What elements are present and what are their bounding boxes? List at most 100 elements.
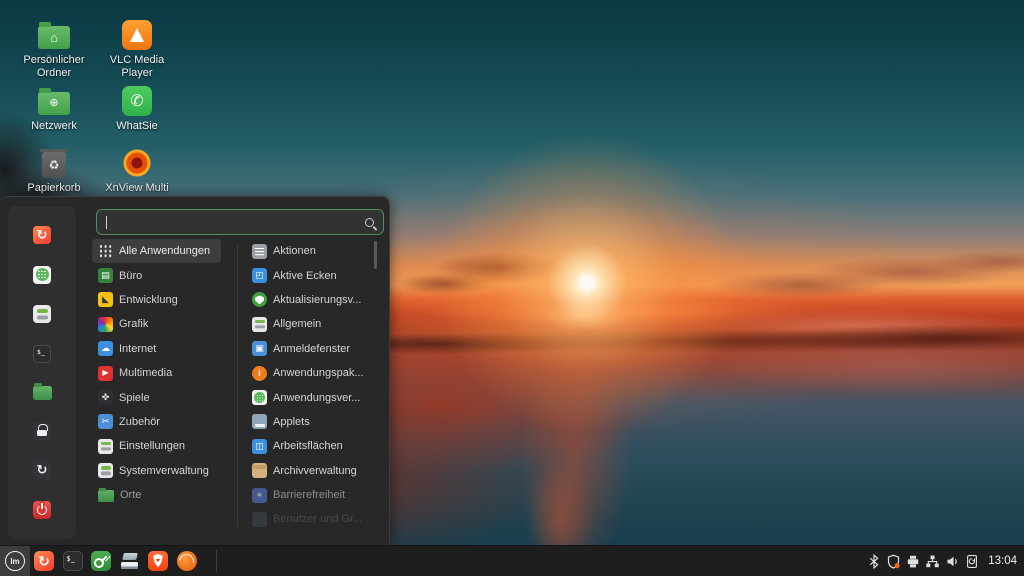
desktop-icon-label: XnView Multi [105,182,168,195]
desktop-icon-xnview[interactable]: XnView Multi [95,148,179,195]
accessibility-icon: ✶ [252,488,267,503]
network-icon[interactable] [925,554,940,569]
trash-icon: ♻ [42,152,66,178]
system-report-icon[interactable] [965,554,979,569]
desktop-icon-label: WhatSie [116,120,158,133]
app-archivverwaltung[interactable]: Archivverwaltung [246,459,376,483]
category-internet[interactable]: ☁ Internet [92,337,234,361]
taskbar: lm ↻ [0,545,1024,576]
desktop-screen: ⌂ Persönlicher Ordner VLC Media Player ⊕… [0,0,1024,576]
archive-manager-icon [252,463,267,478]
app-allgemein[interactable]: Allgemein [246,312,376,336]
app-benutzer-gruppen[interactable]: Benutzer und Gr... [246,507,376,531]
app-manager-icon [252,390,267,405]
network-folder-icon: ⊕ [38,92,70,115]
whatsapp-icon: ✆ [122,86,152,116]
app-aktionen[interactable]: Aktionen [246,239,376,263]
vlc-cone-icon [122,20,152,50]
places-folder-icon [98,490,114,502]
app-aktualisierungsverwaltung[interactable]: Aktualisierungsv... [246,288,376,312]
taskbar-separator [216,550,217,572]
swirl-app-icon[interactable]: ↻ [33,226,51,244]
accessories-scissors-icon: ✂ [98,414,113,429]
desktop-icon-label: Netzwerk [31,120,77,133]
category-buero[interactable]: ▤ Büro [92,263,234,287]
shutdown-icon[interactable] [33,501,51,519]
home-folder-icon: ⌂ [38,26,70,49]
app-anwendungspakete[interactable]: i Anwendungspak... [246,361,376,385]
clock[interactable]: 13:04 [988,555,1017,567]
desktop-icon-trash[interactable]: ♻ Papierkorb [12,148,96,195]
swirl-app-icon[interactable]: ↻ [34,551,54,571]
menu-button[interactable]: lm [0,546,30,576]
desktop-icon-network[interactable]: ⊕ Netzwerk [12,86,96,133]
file-manager-icon[interactable] [33,386,52,400]
office-icon: ▤ [98,268,113,283]
menu-divider [237,245,238,527]
preferences-toggles-icon [98,439,113,454]
workspaces-icon: ◫ [252,439,267,454]
app-anwendungsverwaltung[interactable]: Anwendungsver... [246,385,376,409]
lock-screen-icon[interactable] [33,422,51,440]
development-icon: ◣ [98,292,113,307]
all-apps-grid-icon [98,244,113,259]
category-entwicklung[interactable]: ◣ Entwicklung [92,288,234,312]
menu-search-box[interactable] [96,209,384,235]
multimedia-play-icon: ▶ [98,366,113,381]
desktop-icon-home[interactable]: ⌂ Persönlicher Ordner [12,20,96,79]
category-einstellungen[interactable]: Einstellungen [92,434,234,458]
key-app-icon[interactable] [91,551,111,571]
globe-orbit-app-icon[interactable] [177,551,197,571]
linux-mint-logo-icon: lm [5,551,25,571]
application-menu: ↻ ↻ Alle Anwendungen ▤ Büro ◣ Entwicklun… [0,196,390,545]
terminal-icon[interactable] [33,345,51,363]
applets-icon [252,414,267,429]
volume-icon[interactable] [945,554,960,569]
category-spiele[interactable]: ✜ Spiele [92,385,234,409]
terminal-icon[interactable] [63,551,83,571]
desktop-icon-vlc[interactable]: VLC Media Player [95,20,179,79]
app-applets[interactable]: Applets [246,410,376,434]
actions-list-icon [252,244,267,259]
scanner-app-icon[interactable] [120,551,140,571]
category-systemverwaltung[interactable]: Systemverwaltung [92,459,234,483]
category-orte[interactable]: Orte [92,483,234,507]
system-settings-icon[interactable] [33,305,51,323]
update-shield-badge-icon[interactable] [886,554,901,569]
software-manager-icon[interactable] [33,266,51,284]
category-grafik[interactable]: Grafik [92,312,234,336]
bluetooth-icon[interactable] [867,554,881,569]
update-shield-icon [252,292,267,307]
search-icon [365,218,374,227]
desktop-icon-label: Persönlicher Ordner [12,54,96,79]
login-window-icon: ▣ [252,341,267,356]
category-all-applications[interactable]: Alle Anwendungen [92,239,221,263]
hot-corners-icon: ◰ [252,268,267,283]
category-multimedia[interactable]: ▶ Multimedia [92,361,234,385]
desktop-icon-label: Papierkorb [27,182,80,195]
app-arbeitsflaechen[interactable]: ◫ Arbeitsflächen [246,434,376,458]
app-barrierefreiheit[interactable]: ✶ Barrierefreiheit [246,483,376,507]
system-tray: 13:04 [867,554,1024,569]
users-groups-icon [252,512,267,527]
brave-browser-icon[interactable] [148,551,168,571]
app-anmeldefenster[interactable]: ▣ Anmeldefenster [246,337,376,361]
xnview-eye-icon [123,149,151,177]
application-list: Aktionen ◰ Aktive Ecken Aktualisierungsv… [246,239,376,532]
desktop-icon-whatsie[interactable]: ✆ WhatSie [95,86,179,133]
taskbar-launchers: ↻ [30,550,217,572]
games-gamepad-icon: ✜ [98,390,113,405]
app-aktive-ecken[interactable]: ◰ Aktive Ecken [246,263,376,287]
package-info-icon: i [252,366,267,381]
graphics-icon [98,317,113,332]
administration-toggles-icon [98,463,113,478]
favorites-rail: ↻ ↻ [8,206,76,539]
general-toggles-icon [252,317,267,332]
category-zubehoer[interactable]: ✂ Zubehör [92,410,234,434]
logout-icon[interactable]: ↻ [33,461,51,479]
desktop-icon-label: VLC Media Player [95,54,179,79]
menu-search-input[interactable] [107,215,365,229]
category-list: Alle Anwendungen ▤ Büro ◣ Entwicklung Gr… [92,239,234,507]
printer-icon[interactable] [906,554,920,569]
internet-cloud-icon: ☁ [98,341,113,356]
